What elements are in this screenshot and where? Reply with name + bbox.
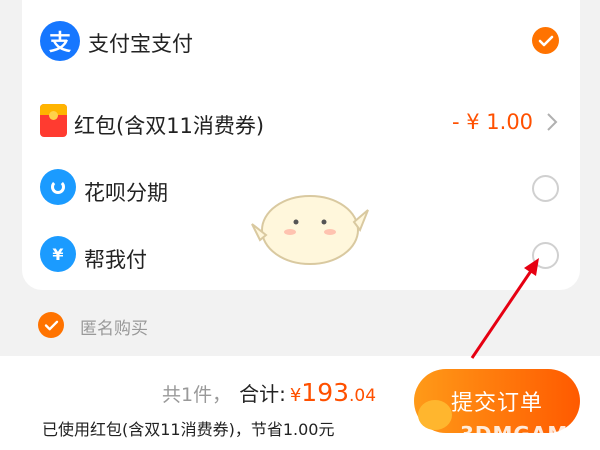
total-label: 合计: bbox=[239, 382, 286, 406]
order-total: 共1件， 合计: ¥ 193 .04 bbox=[162, 378, 376, 407]
huabei-label: 花呗分期 bbox=[84, 181, 168, 205]
anonymous-checkbox-checked[interactable] bbox=[38, 312, 64, 338]
payment-option-redpacket[interactable]: 红包(含双11消费券) - ¥ 1.00 bbox=[22, 100, 580, 144]
item-count: 共1件， bbox=[162, 384, 232, 406]
check-icon bbox=[538, 35, 553, 46]
anonymous-label: 匿名购买 bbox=[80, 319, 148, 339]
huabei-icon bbox=[40, 169, 76, 205]
anonymous-purchase-option[interactable]: 匿名购买 bbox=[38, 310, 238, 340]
total-amount-decimal: .04 bbox=[349, 386, 377, 406]
order-footer: 共1件， 合计: ¥ 193 .04 已使用红包(含双11消费券)，节省1.00… bbox=[0, 356, 600, 450]
red-packet-icon bbox=[40, 104, 67, 137]
alipay-icon: 支 bbox=[40, 21, 80, 61]
help-pay-label: 帮我付 bbox=[84, 248, 147, 272]
payment-methods-card: 支 支付宝支付 红包(含双11消费券) - ¥ 1.00 花呗分期 ¥ 帮我付 bbox=[22, 0, 580, 290]
help-pay-radio[interactable] bbox=[532, 242, 559, 269]
huabei-radio[interactable] bbox=[532, 175, 559, 202]
currency-symbol: ¥ bbox=[289, 385, 302, 406]
alipay-label: 支付宝支付 bbox=[88, 32, 193, 56]
chevron-right-icon bbox=[547, 113, 558, 131]
watermark-logo bbox=[418, 400, 452, 430]
payment-option-alipay[interactable]: 支 支付宝支付 bbox=[22, 18, 580, 64]
redpacket-label: 红包(含双11消费券) bbox=[74, 114, 265, 138]
redpacket-savings-note: 已使用红包(含双11消费券)，节省1.00元 bbox=[42, 420, 335, 439]
watermark: 3DMGAME bbox=[460, 422, 583, 446]
help-pay-icon: ¥ bbox=[40, 236, 76, 272]
check-icon bbox=[44, 320, 58, 330]
mascot-sticker bbox=[251, 195, 369, 265]
alipay-radio-checked[interactable] bbox=[532, 27, 559, 54]
total-amount-integer: 193 bbox=[301, 378, 350, 407]
redpacket-discount: - ¥ 1.00 bbox=[452, 110, 534, 134]
